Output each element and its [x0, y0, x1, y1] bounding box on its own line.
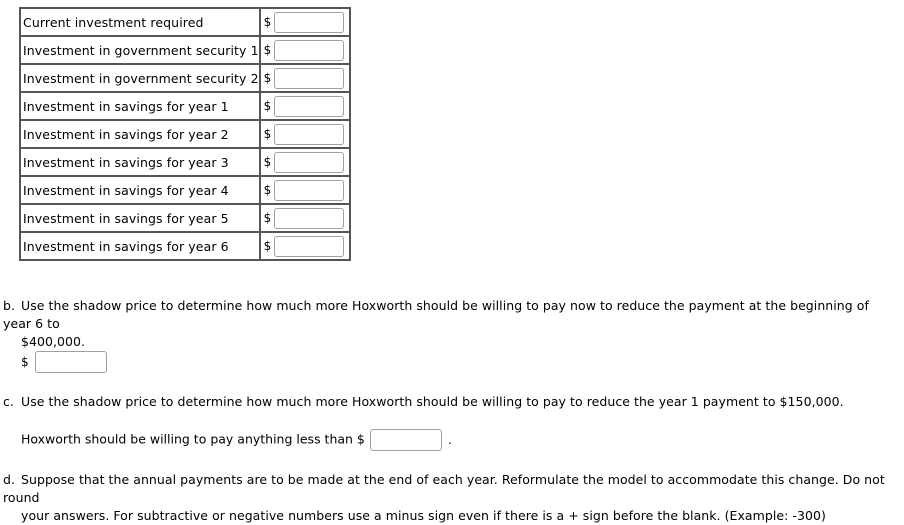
answer-suffix: .: [447, 431, 452, 447]
question-marker: b.: [3, 298, 16, 313]
row-label: Investment in savings for year 3: [19, 147, 261, 177]
gov-security-2-input[interactable]: [273, 67, 344, 89]
savings-year-6-input[interactable]: [273, 235, 344, 257]
savings-year-3-input[interactable]: [273, 151, 344, 173]
row-label: Current investment required: [19, 7, 261, 37]
table-row: Investment in savings for year 6 $: [19, 231, 351, 261]
dollar-sign: $: [263, 238, 272, 253]
row-label: Investment in savings for year 5: [19, 203, 261, 233]
dollar-sign: $: [263, 70, 272, 85]
answer-prompt: Hoxworth should be willing to pay anythi…: [21, 431, 365, 447]
savings-year-4-input[interactable]: [273, 179, 344, 201]
table-row: Investment in government security 1 $: [19, 35, 351, 65]
table-row: Investment in government security 2 $: [19, 63, 351, 93]
row-label: Investment in government security 2: [19, 63, 261, 93]
row-label: Investment in savings for year 2: [19, 119, 261, 149]
current-investment-input[interactable]: [273, 11, 344, 33]
table-row: Investment in savings for year 1 $: [19, 91, 351, 121]
dollar-sign: $: [263, 42, 272, 57]
question-text: Use the shadow price to determine how mu…: [3, 298, 869, 331]
question-c-answer: Hoxworth should be willing to pay anythi…: [21, 429, 452, 451]
table-row: Investment in savings for year 5 $: [19, 203, 351, 233]
row-label: Investment in savings for year 1: [19, 91, 261, 121]
question-marker: d.: [3, 472, 16, 487]
dollar-sign: $: [263, 154, 272, 169]
question-text: Use the shadow price to determine how mu…: [21, 394, 844, 409]
table-row: Investment in savings for year 4 $: [19, 175, 351, 205]
table-row: Current investment required $: [19, 7, 351, 37]
row-label: Investment in government security 1: [19, 35, 261, 65]
question-text-continued: $400,000.: [21, 334, 86, 349]
question-c-input[interactable]: [369, 429, 442, 451]
question-c: c. Use the shadow price to determine how …: [3, 393, 898, 411]
question-b-answer: $: [21, 351, 107, 373]
dollar-sign: $: [263, 98, 272, 113]
question-b: b. Use the shadow price to determine how …: [3, 297, 898, 351]
question-text-continued: your answers. For subtractive or negativ…: [21, 508, 826, 523]
investment-table: Current investment required $ Investment…: [19, 7, 351, 261]
row-label: Investment in savings for year 4: [19, 175, 261, 205]
table-row: Investment in savings for year 2 $: [19, 119, 351, 149]
dollar-sign: $: [263, 126, 272, 141]
table-row: Investment in savings for year 3 $: [19, 147, 351, 177]
question-b-input[interactable]: [34, 351, 107, 373]
dollar-sign: $: [21, 354, 29, 369]
row-label: Investment in savings for year 6: [19, 231, 261, 261]
dollar-sign: $: [263, 14, 272, 29]
savings-year-2-input[interactable]: [273, 123, 344, 145]
gov-security-1-input[interactable]: [273, 39, 344, 61]
question-d: d. Suppose that the annual payments are t…: [3, 471, 898, 525]
question-marker: c.: [3, 394, 14, 409]
savings-year-1-input[interactable]: [273, 95, 344, 117]
question-text: Suppose that the annual payments are to …: [3, 472, 885, 505]
dollar-sign: $: [263, 182, 272, 197]
savings-year-5-input[interactable]: [273, 207, 344, 229]
dollar-sign: $: [263, 210, 272, 225]
